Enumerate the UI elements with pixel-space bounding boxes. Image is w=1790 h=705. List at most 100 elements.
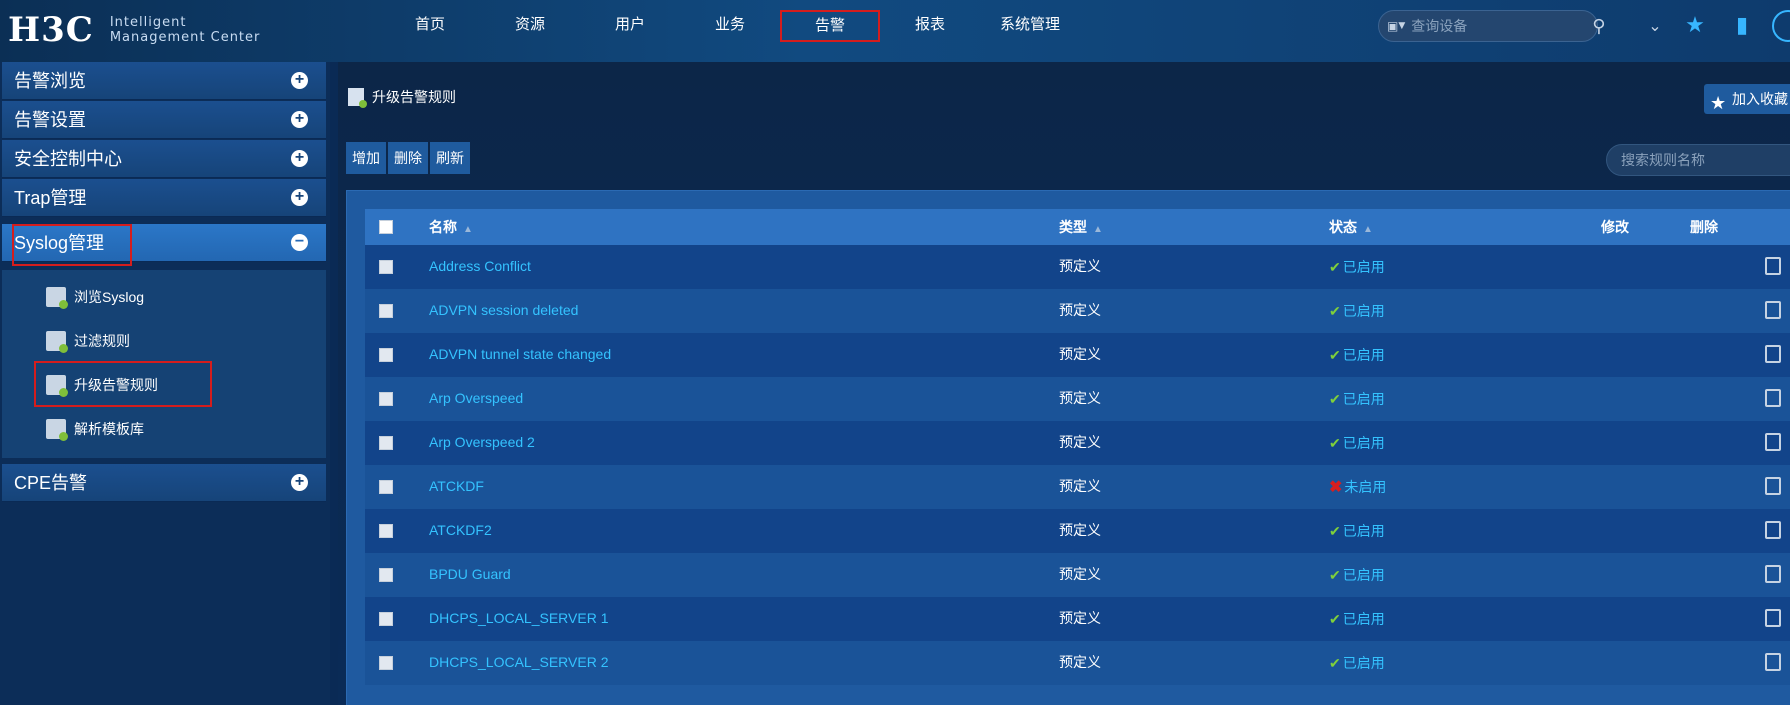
rule-state[interactable]: ✔ 已启用 <box>1329 605 1385 633</box>
sub-label: 过滤规则 <box>74 333 130 349</box>
rule-name-link[interactable]: Address Conflict <box>429 245 531 289</box>
sort-icon[interactable]: ▲ <box>1363 224 1373 235</box>
col-state[interactable]: 状态 ▲ <box>1329 209 1373 245</box>
row-checkbox[interactable] <box>379 612 393 626</box>
row-checkbox[interactable] <box>379 392 393 406</box>
document-icon[interactable] <box>1765 565 1781 583</box>
document-icon[interactable] <box>1765 345 1781 363</box>
rule-state[interactable]: ✔ 已启用 <box>1329 297 1385 325</box>
rules-table: 名称 ▲ 类型 ▲ 状态 ▲ 修改 删除 Address Conflict 预定义 ✔ 已启… <box>365 209 1790 685</box>
rule-name-link[interactable]: ADVPN tunnel state changed <box>429 333 611 377</box>
favorite-label: 加入收藏 <box>1732 91 1788 107</box>
rule-type: 预定义 <box>1059 654 1101 670</box>
rule-state[interactable]: ✖ 未启用 <box>1329 473 1386 501</box>
rule-name-link[interactable]: BPDU Guard <box>429 553 511 597</box>
rule-name-link[interactable]: Arp Overspeed 2 <box>429 421 535 465</box>
rule-type: 预定义 <box>1059 610 1101 626</box>
nav-resource[interactable]: 资源 <box>480 0 580 50</box>
rule-name-link[interactable]: DHCPS_LOCAL_SERVER 1 <box>429 597 608 641</box>
highlight-syslog <box>12 224 132 266</box>
menu-alarm-settings[interactable]: 告警设置 + <box>2 101 326 139</box>
device-search-input[interactable] <box>1411 18 1593 34</box>
rule-search-input[interactable] <box>1621 145 1790 175</box>
table-row: Arp Overspeed 2 预定义 ✔ 已启用 <box>365 421 1790 465</box>
menu-security-center[interactable]: 安全控制中心 + <box>2 140 326 178</box>
add-button[interactable]: 增加 <box>346 142 386 174</box>
nav-home[interactable]: 首页 <box>380 0 480 50</box>
rule-state-text: 未启用 <box>1344 479 1387 495</box>
document-icon[interactable] <box>1765 257 1781 275</box>
document-icon[interactable] <box>1765 609 1781 627</box>
rule-state[interactable]: ✔ 已启用 <box>1329 561 1385 589</box>
rule-state[interactable]: ✔ 已启用 <box>1329 429 1385 457</box>
sort-icon[interactable]: ▲ <box>463 224 473 235</box>
rule-name-link[interactable]: ATCKDF <box>429 465 484 509</box>
sub-browse-syslog[interactable]: 浏览Syslog <box>46 282 144 312</box>
rule-name-link[interactable]: Arp Overspeed <box>429 377 523 421</box>
page-title: 升级告警规则 <box>348 87 456 108</box>
col-type[interactable]: 类型 ▲ <box>1059 209 1103 245</box>
nav-user[interactable]: 用户 <box>580 0 680 50</box>
sort-icon[interactable]: ▲ <box>1093 224 1103 235</box>
row-checkbox[interactable] <box>379 436 393 450</box>
row-checkbox[interactable] <box>379 568 393 582</box>
upgrade-rules-icon <box>348 88 367 108</box>
row-checkbox[interactable] <box>379 656 393 670</box>
nav-report[interactable]: 报表 <box>880 0 980 50</box>
expand-icon[interactable]: + <box>291 72 308 89</box>
document-icon[interactable] <box>1765 521 1781 539</box>
nav-service[interactable]: 业务 <box>680 0 780 50</box>
expand-icon[interactable]: + <box>291 474 308 491</box>
caret-down-icon[interactable]: ▼ <box>1398 21 1405 31</box>
table-row: ADVPN tunnel state changed 预定义 ✔ 已启用 <box>365 333 1790 377</box>
collapse-icon[interactable]: − <box>291 234 308 251</box>
document-icon[interactable] <box>1765 433 1781 451</box>
refresh-button[interactable]: 刷新 <box>430 142 470 174</box>
add-favorite-button[interactable]: ★ 加入收藏 <box>1704 84 1790 114</box>
table-row: BPDU Guard 预定义 ✔ 已启用 <box>365 553 1790 597</box>
rule-name-link[interactable]: ATCKDF2 <box>429 509 492 553</box>
menu-trap[interactable]: Trap管理 + <box>2 179 326 217</box>
user-avatar[interactable] <box>1772 10 1790 42</box>
rule-type: 预定义 <box>1059 522 1101 538</box>
double-chevron-down-icon[interactable]: ⌄ <box>1643 14 1667 38</box>
star-icon[interactable]: ★ <box>1683 14 1707 38</box>
row-checkbox[interactable] <box>379 348 393 362</box>
document-icon[interactable] <box>1765 477 1781 495</box>
rule-state[interactable]: ✔ 已启用 <box>1329 385 1385 413</box>
sub-template-library[interactable]: 解析模板库 <box>46 414 144 444</box>
menu-alarm-browse[interactable]: 告警浏览 + <box>2 62 326 100</box>
rule-type: 预定义 <box>1059 258 1101 274</box>
document-icon[interactable] <box>1765 653 1781 671</box>
bookmark-icon[interactable]: ▮ <box>1730 14 1754 38</box>
rule-state[interactable]: ✔ 已启用 <box>1329 341 1385 369</box>
row-checkbox[interactable] <box>379 260 393 274</box>
rule-state[interactable]: ✔ 已启用 <box>1329 517 1385 545</box>
search-icon[interactable]: ⚲ <box>1592 16 1605 37</box>
select-all-checkbox[interactable] <box>379 220 393 234</box>
row-checkbox[interactable] <box>379 304 393 318</box>
col-name[interactable]: 名称 ▲ <box>429 209 473 245</box>
filter-rules-icon <box>46 331 68 353</box>
row-checkbox[interactable] <box>379 524 393 538</box>
document-icon[interactable] <box>1765 301 1781 319</box>
document-icon[interactable] <box>1765 389 1781 407</box>
rule-name-link[interactable]: ADVPN session deleted <box>429 289 578 333</box>
check-icon: ✔ <box>1329 655 1341 671</box>
rule-state[interactable]: ✔ 已启用 <box>1329 649 1385 677</box>
device-type-icon[interactable]: ▣ <box>1387 19 1398 33</box>
delete-button[interactable]: 删除 <box>388 142 428 174</box>
row-checkbox[interactable] <box>379 480 393 494</box>
sub-filter-rules[interactable]: 过滤规则 <box>46 326 130 356</box>
nav-system[interactable]: 系统管理 <box>980 0 1080 50</box>
sub-label: 浏览Syslog <box>74 289 145 305</box>
expand-icon[interactable]: + <box>291 150 308 167</box>
expand-icon[interactable]: + <box>291 111 308 128</box>
rule-name-link[interactable]: DHCPS_LOCAL_SERVER 2 <box>429 641 608 685</box>
rule-type: 预定义 <box>1059 390 1101 406</box>
expand-icon[interactable]: + <box>291 189 308 206</box>
nav-alarm[interactable]: 告警 <box>780 10 880 42</box>
menu-cpe-alarm[interactable]: CPE告警 + <box>2 464 326 502</box>
rule-state[interactable]: ✔ 已启用 <box>1329 253 1385 281</box>
col-state-label: 状态 <box>1329 219 1357 235</box>
